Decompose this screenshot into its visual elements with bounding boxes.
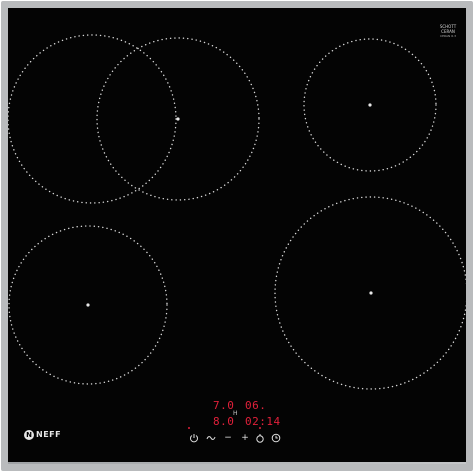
display-bottom-left: 8.0: [213, 415, 235, 428]
minus-button[interactable]: −: [223, 433, 233, 443]
cooktop-glass: [8, 8, 466, 462]
neff-logo: N NEFF: [24, 429, 61, 440]
glass-maker-label: SCHOTT CERAN: [439, 24, 457, 34]
status-led: [188, 427, 190, 429]
wipe-protect-button[interactable]: [206, 433, 216, 443]
timer-button[interactable]: [255, 433, 265, 443]
power-button[interactable]: [189, 433, 199, 443]
power-icon: [190, 434, 198, 443]
clock-button[interactable]: [271, 433, 281, 443]
wipe-protect-icon: [206, 436, 216, 440]
zone-center-mark: [368, 103, 372, 107]
plus-button[interactable]: +: [240, 433, 250, 443]
timer-icon: [256, 434, 264, 443]
display-top-right: 06.: [245, 399, 267, 412]
heat-indicator: H: [233, 410, 238, 417]
display-bottom-right: 02:14: [245, 415, 281, 428]
glass-small-print: CERAN 6.3: [440, 34, 456, 38]
status-led: [259, 427, 261, 429]
cooking-zones: [8, 34, 466, 390]
display-top-left: 7.0: [213, 399, 235, 412]
clock-icon: [271, 433, 281, 443]
schott-ceran-logo: SCHOTT CERAN CERAN 6.3: [433, 24, 463, 38]
zone-center-mark: [176, 117, 180, 121]
zone-center-mark: [86, 303, 90, 307]
zone-center-mark: [369, 291, 373, 295]
cooking-zone-rear-left-outer[interactable]: [8, 34, 177, 204]
neff-wordmark: NEFF: [36, 429, 62, 439]
neff-initial: N: [24, 429, 34, 440]
